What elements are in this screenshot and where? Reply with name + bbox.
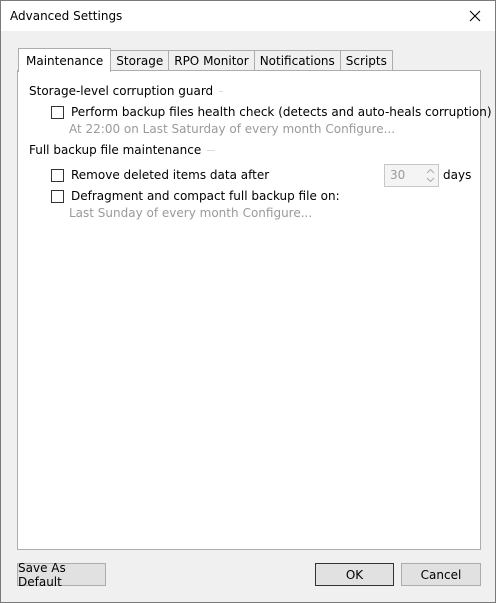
group-divider [219, 90, 224, 92]
tab-notifications[interactable]: Notifications [254, 50, 341, 71]
tab-strip: Maintenance Storage RPO Monitor Notifica… [18, 48, 393, 72]
dialog-title: Advanced Settings [10, 9, 123, 23]
defragment-checkbox[interactable] [51, 189, 64, 203]
remove-deleted-checkbox[interactable] [51, 168, 64, 182]
advanced-settings-dialog: Advanced Settings Maintenance Storage RP… [0, 0, 496, 603]
defragment-row[interactable]: Defragment and compact full backup file … [51, 189, 340, 203]
save-as-default-button[interactable]: Save As Default [17, 561, 106, 589]
corruption-guard-title: Storage-level corruption guard [29, 84, 214, 98]
defragment-label: Defragment and compact full backup file … [71, 189, 340, 203]
remove-deleted-row[interactable]: Remove deleted items data after [51, 168, 269, 182]
defragment-schedule-row: Last Sunday of every month Configure... [69, 206, 312, 220]
corruption-guard-group: Storage-level corruption guard [29, 84, 224, 98]
group-divider [207, 149, 216, 151]
days-unit-label: days [443, 168, 472, 182]
remove-days-stepper[interactable]: 30 [384, 164, 439, 187]
health-check-row[interactable]: Perform backup files health check (detec… [51, 105, 496, 119]
maintenance-panel: Storage-level corruption guard Perform b… [17, 70, 496, 550]
defragment-configure-link[interactable]: Configure... [243, 206, 313, 220]
defragment-schedule: Last Sunday of every month [69, 206, 239, 220]
title-bar: Advanced Settings [1, 1, 495, 31]
full-backup-maintenance-group: Full backup file maintenance [29, 143, 216, 157]
remove-deleted-label: Remove deleted items data after [71, 168, 270, 182]
health-check-checkbox[interactable] [51, 105, 64, 119]
cancel-button[interactable]: Cancel [401, 563, 481, 586]
remove-days-value: 30 [390, 168, 406, 182]
tab-rpo-monitor[interactable]: RPO Monitor [169, 50, 255, 71]
tab-maintenance[interactable]: Maintenance [18, 48, 112, 72]
chevron-up-icon[interactable] [426, 168, 435, 174]
close-button[interactable] [455, 1, 495, 31]
tab-storage[interactable]: Storage [111, 50, 170, 71]
health-check-schedule: At 22:00 on Last Saturday of every month [69, 122, 322, 136]
health-check-label: Perform backup files health check (detec… [71, 105, 496, 119]
ok-button[interactable]: OK [315, 563, 394, 586]
health-check-schedule-row: At 22:00 on Last Saturday of every month… [69, 122, 395, 136]
chevron-down-icon[interactable] [426, 177, 435, 183]
close-icon [469, 10, 481, 22]
stepper-arrows[interactable] [423, 165, 438, 186]
health-check-configure-link[interactable]: Configure... [325, 122, 395, 136]
full-backup-maintenance-title: Full backup file maintenance [29, 143, 202, 157]
tab-scripts[interactable]: Scripts [340, 50, 393, 71]
